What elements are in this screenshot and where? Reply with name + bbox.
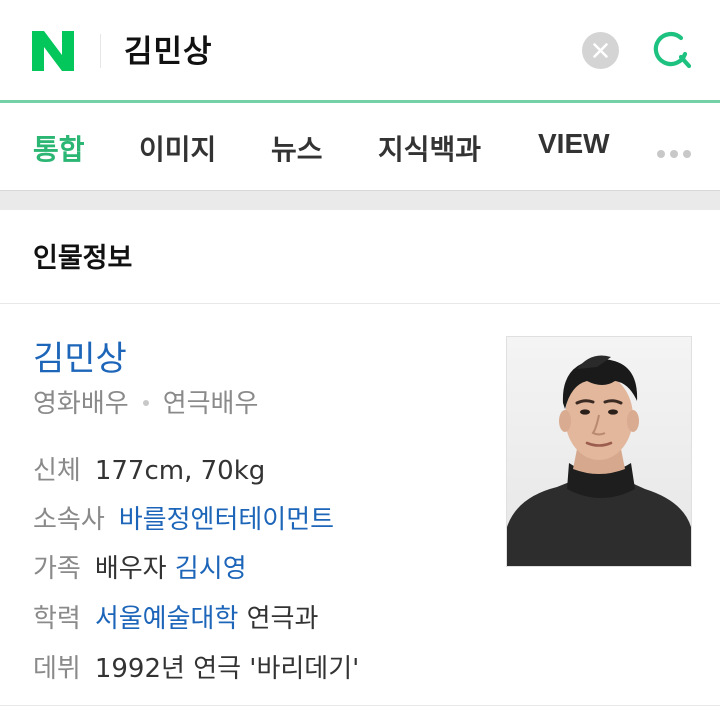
info-row-family: 가족 배우자 김시영 xyxy=(33,548,247,585)
section-title: 인물정보 xyxy=(33,243,133,274)
tab-all[interactable]: 통합 xyxy=(33,128,85,168)
person-occupation: 영화배우 연극배우 xyxy=(33,383,258,420)
info-value: 연극과 xyxy=(246,604,319,634)
header-divider xyxy=(100,34,101,68)
tab-encyclopedia[interactable]: 지식백과 xyxy=(378,128,481,168)
info-label: 데뷔 xyxy=(33,654,81,684)
info-row-debut: 데뷔 1992년 연극 '바리데기' xyxy=(33,648,359,685)
portrait-image xyxy=(507,337,691,566)
search-icon[interactable] xyxy=(648,26,696,76)
person-name-link[interactable]: 김민상 xyxy=(33,331,127,380)
info-label: 학력 xyxy=(33,604,81,634)
info-label: 가족 xyxy=(33,554,81,584)
occupation-item: 영화배우 xyxy=(33,389,129,419)
info-value: 배우자 xyxy=(94,554,167,584)
info-label: 소속사 xyxy=(33,505,105,535)
person-photo[interactable] xyxy=(506,336,692,567)
info-value: 177cm, 70kg xyxy=(94,456,266,486)
school-link[interactable]: 서울예술대학 xyxy=(95,604,239,634)
naver-logo[interactable] xyxy=(30,29,76,73)
info-row-education: 학력 서울예술대학 연극과 xyxy=(33,598,318,635)
tab-news[interactable]: 뉴스 xyxy=(271,128,323,168)
agency-link[interactable]: 바를정엔터테이먼트 xyxy=(119,505,334,535)
info-row-agency: 소속사 바를정엔터테이먼트 xyxy=(33,499,334,536)
search-header: 김민상 xyxy=(0,0,720,100)
more-tabs-icon[interactable] xyxy=(657,143,696,162)
info-row-body: 신체 177cm, 70kg xyxy=(33,450,265,487)
search-tabs: 통합 이미지 뉴스 지식백과 VIEW xyxy=(0,103,720,190)
separator-dot xyxy=(142,399,149,406)
section-separator xyxy=(0,190,720,210)
tab-view[interactable]: VIEW xyxy=(538,128,610,160)
info-value: 1992년 연극 '바리데기' xyxy=(94,654,360,684)
close-icon xyxy=(593,43,608,58)
divider xyxy=(0,705,720,706)
info-label: 신체 xyxy=(33,456,81,486)
clear-button[interactable] xyxy=(582,32,619,69)
occupation-item: 연극배우 xyxy=(162,389,259,419)
spouse-link[interactable]: 김시영 xyxy=(175,554,247,584)
search-query[interactable]: 김민상 xyxy=(124,26,213,71)
tab-images[interactable]: 이미지 xyxy=(139,128,216,168)
divider xyxy=(0,303,720,304)
